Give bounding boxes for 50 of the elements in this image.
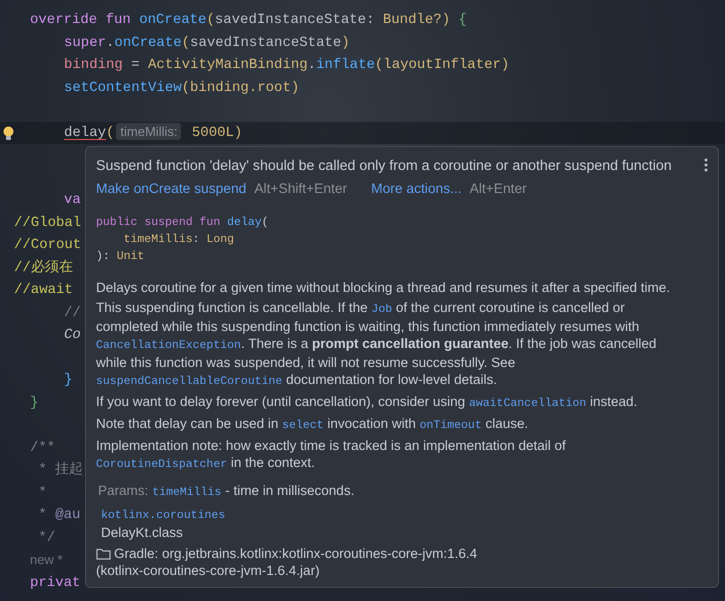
code-line: //Global — [14, 214, 82, 232]
doc-paragraph: If you want to delay forever (until cancellation), consider using awaitCancellation instead. — [96, 393, 638, 412]
code-line: binding = ActivityMainBinding.inflate(layoutInflater) — [64, 56, 510, 75]
inspection-message: Suspend function 'delay' should be called only from a coroutine or another suspend function — [96, 158, 672, 174]
more-icon[interactable] — [704, 158, 708, 172]
code-link[interactable]: CoroutineDispatcher — [96, 458, 228, 471]
quick-fix-link[interactable]: More actions... — [371, 180, 462, 196]
code-link[interactable]: Job — [371, 303, 392, 316]
shortcut-hint: Alt+Shift+Enter — [254, 180, 348, 196]
signature-line: timeMillis: Long — [122, 232, 236, 248]
code-line: */ — [38, 528, 56, 548]
code-line: } — [30, 394, 38, 412]
package-link[interactable]: kotlinx.coroutines — [101, 507, 226, 524]
code-line: delay( timeMillis: 5000L) — [64, 122, 242, 143]
code-line: } — [64, 371, 72, 390]
code-line: privat — [30, 574, 80, 592]
quick-fix-link[interactable]: Make onCreate suspend — [96, 180, 246, 196]
code-line: va — [64, 191, 81, 210]
code-line: // — [64, 304, 81, 322]
code-line: override fun onCreate(savedInstanceState: Bundle?) { — [30, 11, 467, 30]
param-description: - time in milliseconds. — [225, 482, 354, 499]
code-line: //必须在 — [14, 258, 73, 278]
lightbulb-icon[interactable] — [3, 126, 14, 140]
code-line: * @au — [38, 506, 80, 525]
code-link[interactable]: awaitCancellation — [468, 397, 586, 410]
library-name: Gradle: org.jetbrains.kotlinx:kotlinx-coroutines-core-jvm:1.6.4 — [114, 545, 478, 562]
code-line: Co — [64, 326, 81, 345]
code-line: //Corout — [14, 236, 82, 255]
code-line: setContentView(binding.root) — [64, 78, 300, 98]
folder-icon — [96, 547, 111, 560]
params-label: Params: — [98, 482, 148, 499]
code-line: super.onCreate(savedInstanceState) — [64, 34, 350, 52]
library-jar: (kotlinx-coroutines-core-jvm-1.6.4.jar) — [96, 562, 320, 579]
code-link[interactable]: CancellationException — [96, 339, 241, 352]
code-link[interactable]: select — [282, 419, 324, 432]
code-link[interactable]: timeMillis — [152, 484, 222, 501]
doc-paragraph: Implementation note: how exactly time is tracked is an implementation detail of CoroutineDispatcher in the context. — [96, 437, 567, 473]
code-line: new * — [30, 550, 63, 568]
code-line: * 挂起 — [38, 460, 84, 480]
signature-line: public suspend fun delay( — [96, 215, 270, 231]
code-line: * — [38, 484, 47, 502]
doc-paragraph: Delays coroutine for a given time without blocking a thread and resumes it after a specified time. — [96, 279, 672, 296]
class-file-name: DelayKt.class — [101, 524, 183, 541]
signature-line: ): Unit — [96, 249, 146, 265]
code-line: /** — [30, 438, 56, 458]
doc-paragraph: Note that delay can be used in select invocation with onTimeout clause. — [96, 415, 530, 434]
code-line: //await — [14, 281, 73, 300]
code-link[interactable]: onTimeout — [420, 419, 482, 432]
shortcut-hint: Alt+Enter — [470, 180, 527, 196]
code-link[interactable]: suspendCancellableCoroutine — [96, 375, 282, 388]
